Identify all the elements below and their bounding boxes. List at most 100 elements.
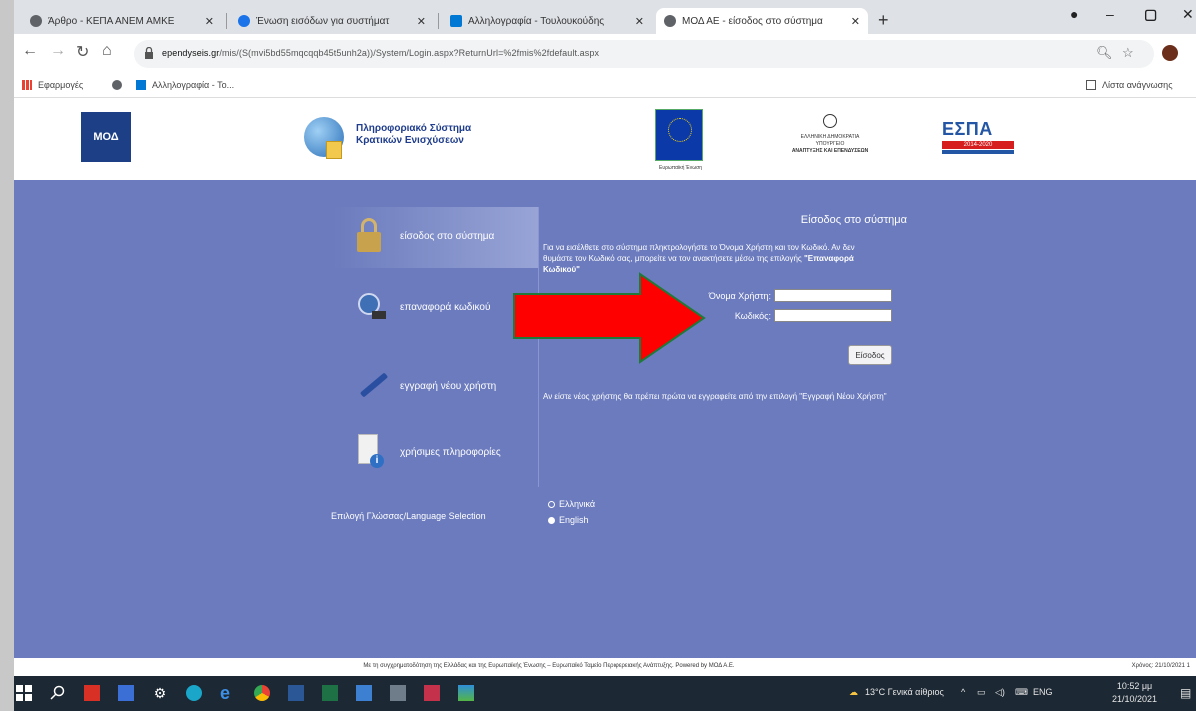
bookmark-apps[interactable]: Εφαρμογές [22,80,83,90]
system-title: Πληροφοριακό Σύστημα Κρατικών Ενισχύσεων [356,123,471,147]
reload-icon[interactable]: ↻ [76,42,89,62]
moda-logo[interactable]: ΜΟΔ [81,112,131,162]
tab-2[interactable]: Ένωση εισόδων για συστήματ ✕ [230,8,434,34]
lock-icon [145,47,153,59]
language-option-label: Ελληνικά [559,499,596,509]
language-option-english[interactable]: English [548,515,589,525]
espa-bar [942,150,1014,154]
word-icon[interactable] [288,685,304,701]
calculator-icon[interactable] [390,685,406,701]
new-tab-button[interactable]: + [878,10,889,31]
bookmark-label: Αλληλογραφία - Το... [152,80,235,90]
close-window-button[interactable]: ✕ [1182,6,1194,23]
tab-separator [438,13,439,29]
login-panel: είσοδος στο σύστημα επαναφορά κωδικού εγ… [14,180,1196,658]
red-arrow-annotation [513,272,706,364]
menu-item-label: χρήσιμες πληροφορίες [400,446,501,458]
username-field[interactable] [774,289,892,302]
minimize-button[interactable]: – [1106,6,1114,22]
close-icon[interactable]: ✕ [417,15,426,28]
avatar[interactable] [1162,45,1178,61]
globe-icon [112,80,122,90]
clock-date: 21/10/2021 [1112,694,1158,704]
settings-gear-icon[interactable]: ⚙ [152,685,168,701]
page-footer: Με τη συγχρηματοδότηση της Ελλάδας και τ… [14,658,1196,676]
language-option-greek[interactable]: Ελληνικά [548,499,595,509]
star-icon[interactable]: ☆ [1122,45,1134,61]
menu-item-label: είσοδος στο σύστημα [400,230,495,242]
radio-english[interactable] [548,516,555,524]
ministry-logo: ΕΛΛΗΝΙΚΗ ΔΗΜΟΚΡΑΤΙΑ ΥΠΟΥΡΓΕΙΟ ΑΝΑΠΤΥΞΗΣ … [774,134,886,155]
ministry-line3: ΑΝΑΠΤΥΞΗΣ ΚΑΙ ΕΠΕΝΔΥΣΕΩΝ [791,148,869,154]
footer-date: Χρόνος: 21/10/2021 1 [1131,663,1190,669]
zoom-icon[interactable]: 🔍︎ [1096,45,1113,61]
back-icon[interactable]: ← [22,42,38,60]
outlook-icon [450,15,462,27]
tab-title: Ένωση εισόδων για συστήματ [256,15,390,27]
tab-3[interactable]: Αλληλογραφία - Τουλουκούδης ✕ [442,8,652,34]
powerpoint-icon[interactable] [424,685,440,701]
menu-item-label: εγγραφή νέου χρήστη [400,380,497,392]
outlook-icon [136,80,146,90]
chrome-icon[interactable] [254,685,270,701]
eu-stars-icon [668,118,692,142]
menu-item-register[interactable]: εγγραφή νέου χρήστη [354,368,496,404]
windows-start-icon[interactable] [16,685,32,701]
home-icon[interactable]: ⌂ [102,42,112,60]
tab-separator [226,13,227,29]
close-icon[interactable]: ✕ [205,15,214,28]
menu-item-label: επαναφορά κωδικού [400,301,491,313]
tab-title: Αλληλογραφία - Τουλουκούδης [468,15,605,27]
photos-icon[interactable] [458,685,474,701]
menu-item-reset-password[interactable]: επαναφορά κωδικού [354,289,490,325]
internet-explorer-icon[interactable]: e [220,684,236,702]
apps-grid-icon [22,80,32,90]
tab-active[interactable]: ΜΟΔ ΑΕ - είσοδος στο σύστημα ✕ [656,8,868,34]
bookmark-globe[interactable] [112,80,128,90]
keyboard-icon[interactable]: ⌨ [1015,687,1028,698]
excel-icon[interactable] [322,685,338,701]
clock-time: 10:52 μμ [1116,681,1153,691]
bookmark-mail[interactable]: Αλληλογραφία - Το... [136,80,234,90]
document-icon [326,141,342,159]
key-reset-icon [354,289,386,325]
taskbar-clock[interactable]: 10:52 μμ 21/10/2021 [1112,680,1157,706]
chevron-up-icon[interactable]: ^ [961,687,965,697]
notifications-icon[interactable]: ▤ [1180,686,1191,700]
close-icon[interactable]: ✕ [635,15,644,28]
tab-1[interactable]: Άρθρο - ΚΕΠΑ ΑΝΕΜ ΑΜΚΕ ✕ [22,8,222,34]
search-icon[interactable] [50,685,66,701]
address-bar[interactable]: ependyseis.gr/mis/(S(mvi5bd55mqcqqb45t5u… [134,40,1154,68]
pen-icon [354,368,389,404]
info-document-icon: i [354,434,384,470]
new-user-text: Αν είστε νέος χρήστης θα πρέπει πρώτα να… [543,392,887,401]
login-button[interactable]: Είσοδος [848,345,892,365]
bookmarks-bar: Εφαρμογές Αλληλογραφία - Το... Λίστα ανά… [14,74,1196,98]
address-toolbar: ← → ↻ ⌂ ependyseis.gr/mis/(S(mvi5bd55mqc… [14,34,1196,74]
password-field[interactable] [774,309,892,322]
globe-icon [30,15,42,27]
login-title: Είσοδος στο σύστημα [800,214,907,226]
maximize-button[interactable]: ▢ [1144,6,1157,23]
tab-strip: Άρθρο - ΚΕΠΑ ΑΝΕΜ ΑΜΚΕ ✕ Ένωση εισόδων γ… [14,0,1196,34]
eu-flag-logo [655,109,703,161]
radio-greek[interactable] [548,500,555,508]
volume-icon[interactable]: ◁) [995,687,1005,698]
browser-window: Άρθρο - ΚΕΠΑ ΑΝΕΜ ΑΜΚΕ ✕ Ένωση εισόδων γ… [14,0,1196,711]
windows-taskbar: ⚙ e ☁ 13°C Γενικά αίθριος ^ ▭ ◁) ⌨ ΕΝG 1… [14,676,1196,711]
reading-list[interactable]: Λίστα ανάγνωσης [1086,80,1173,90]
input-language[interactable]: ΕΝG [1033,687,1053,697]
outlook-taskbar-icon[interactable] [356,685,372,701]
login-instructions: Για να εισέλθετε στο σύστημα πληκτρολογή… [543,242,883,275]
pdf-app-icon[interactable] [84,685,100,701]
profile-dot-icon[interactable]: ● [1070,6,1078,22]
forward-icon[interactable]: → [50,42,66,60]
close-icon[interactable]: ✕ [851,15,860,28]
weather-text[interactable]: 13°C Γενικά αίθριος [865,687,944,697]
edge-icon[interactable] [186,685,202,701]
greek-emblem-icon [823,114,837,128]
menu-item-info[interactable]: i χρήσιμες πληροφορίες [354,434,501,470]
system-title-line1: Πληροφοριακό Σύστημα [356,123,472,134]
network-icon[interactable]: ▭ [977,687,986,698]
file-explorer-icon[interactable] [118,685,134,701]
